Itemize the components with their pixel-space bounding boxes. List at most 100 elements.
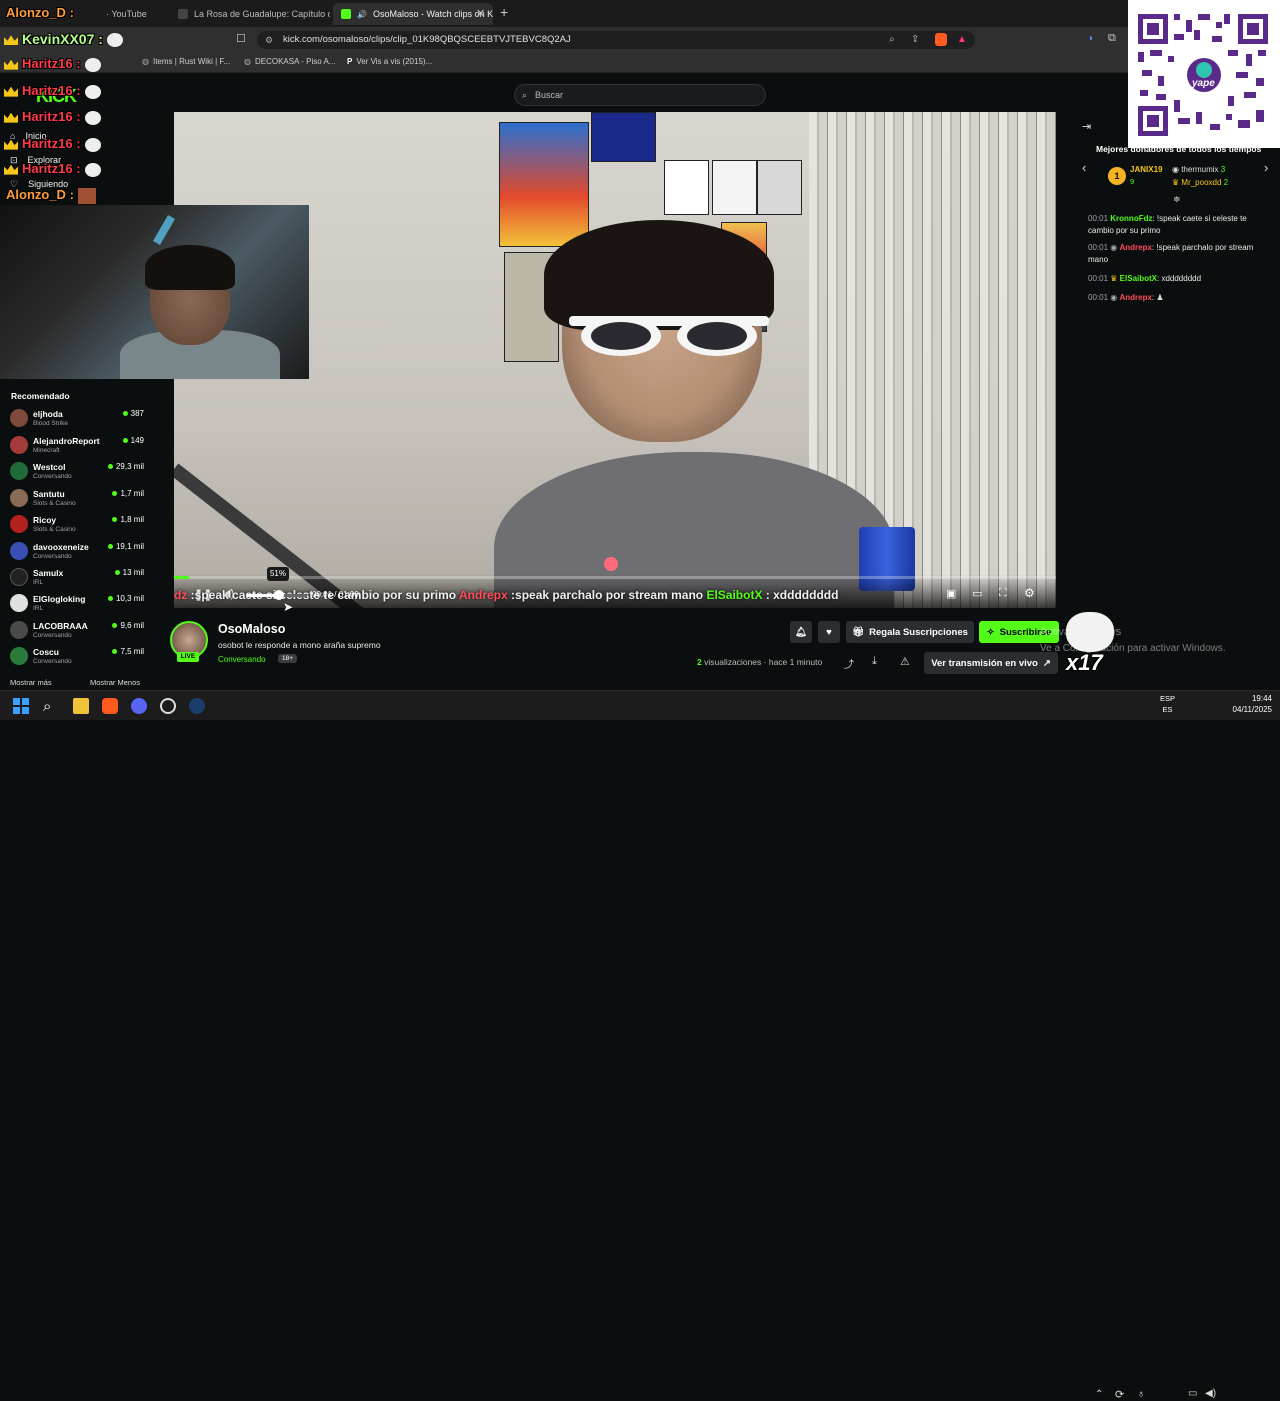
overlay-msg: KevinXX07 : xyxy=(4,31,123,48)
system-clock[interactable]: 19:44 04/11/2025 xyxy=(1222,693,1272,715)
channel-name: davooxeneize xyxy=(33,542,89,552)
recommended-channel[interactable]: Santutu Slots & Casino 1,7 mil xyxy=(10,485,144,511)
chat-message: 00:01 ◉ Andrepx: ♟ xyxy=(1088,293,1164,302)
bookmark-decokasa[interactable]: ◍ DECOKASA - Piso A... xyxy=(244,57,335,66)
recommended-channel[interactable]: eljhoda Blood Strike 387 xyxy=(10,405,144,431)
channel-category: Conversando xyxy=(33,473,72,480)
expand-icon[interactable]: ≑ xyxy=(1173,194,1181,205)
theater-icon[interactable]: ▭ xyxy=(972,587,982,600)
bookmark-icon[interactable]: ☐ xyxy=(236,32,246,45)
tab-osomaloso[interactable]: 🔊 OsoMaloso - Watch clips on Kick xyxy=(333,3,493,25)
bookmark-vis-a-vis[interactable]: P Ver Vis a vis (2015)... xyxy=(347,57,432,66)
overlay-msg: Haritz16 : xyxy=(4,109,101,125)
share-icon[interactable]: ⤴ xyxy=(844,656,854,671)
search-icon[interactable]: ⌕ xyxy=(43,698,59,715)
recommended-channel[interactable]: ElGlogloking IRL 10,3 mil xyxy=(10,590,144,616)
discord-icon[interactable] xyxy=(131,698,147,714)
settings-gear-icon[interactable]: ⚙ xyxy=(1024,586,1035,600)
globe-icon: ◍ xyxy=(142,57,149,66)
kick-favicon-icon xyxy=(341,9,351,19)
download-icon[interactable]: ⤓ xyxy=(872,655,877,668)
ticker-text: : xdddddddd xyxy=(762,588,839,602)
extensions-icon[interactable]: ⧉ xyxy=(1108,32,1116,45)
emote-icon xyxy=(84,57,101,72)
brave-rewards-icon[interactable]: ▲ xyxy=(957,31,967,49)
share-icon[interactable]: ⇪ xyxy=(911,31,919,49)
fullscreen-icon[interactable]: ⛶ xyxy=(999,587,1007,600)
site-info-icon[interactable]: ⚙ xyxy=(265,31,273,49)
collapse-chat-icon[interactable]: ⇥ xyxy=(1082,120,1091,133)
steam-icon[interactable] xyxy=(189,698,205,714)
monitor-icon[interactable]: ▭ xyxy=(1188,1388,1197,1399)
speaker-icon: 🔊 xyxy=(357,9,367,19)
channel-category: Conversando xyxy=(33,632,72,639)
donor-amount: 9 xyxy=(1130,177,1135,186)
channel-name: Coscu xyxy=(33,647,59,657)
notification-button[interactable]: 🔔︎ xyxy=(790,621,812,643)
watch-live-button[interactable]: Ver transmisión en vivo ↗ xyxy=(924,652,1058,674)
mic-icon[interactable]: ♁ xyxy=(1137,1388,1145,1400)
tab-youtube[interactable]: · YouTube xyxy=(98,3,168,25)
app-icon[interactable] xyxy=(160,698,176,714)
miniplayer-icon[interactable]: ▣ xyxy=(946,587,956,600)
crown-icon xyxy=(4,139,18,150)
channel-category: Conversando xyxy=(33,553,72,560)
file-explorer-icon[interactable] xyxy=(73,698,89,714)
viewer-count: 19,1 mil xyxy=(108,542,144,551)
combo-counter: x17 xyxy=(1066,650,1103,675)
donor-3[interactable]: ♛ Mr_pooxdd 2 xyxy=(1172,178,1228,187)
channel-category: Slots & Casino xyxy=(33,526,76,533)
crown-icon xyxy=(4,164,18,175)
show-more-link[interactable]: Mostrar más xyxy=(10,678,52,687)
windows-start-icon[interactable] xyxy=(13,698,29,714)
donor-amount: 2 xyxy=(1223,178,1229,187)
gift-icon: 🎁︎ xyxy=(852,626,865,638)
channel-name[interactable]: OsoMaloso xyxy=(218,622,285,636)
language-indicator[interactable]: ESP ES xyxy=(1160,693,1175,715)
audio-icon[interactable]: ◗ xyxy=(1088,33,1094,44)
chevron-left-icon[interactable]: ‹ xyxy=(1082,160,1086,175)
url-field[interactable]: ⚙ kick.com/osomaloso/clips/clip_01K98QBQ… xyxy=(257,31,975,49)
recommended-channel[interactable]: Coscu Conversando 7,5 mil xyxy=(10,643,144,669)
recommended-channel[interactable]: davooxeneize Conversando 19,1 mil xyxy=(10,538,144,564)
donor-2[interactable]: ◉ thermumix 3 xyxy=(1172,165,1225,174)
recommended-channel[interactable]: Westcol Conversando 29,3 mil xyxy=(10,458,144,484)
progress-bar[interactable] xyxy=(174,576,1056,579)
recommended-channel[interactable]: Ricoy Slots & Casino 1,8 mil xyxy=(10,511,144,537)
report-icon[interactable]: ⚠ xyxy=(900,655,910,668)
avatar xyxy=(10,647,28,665)
show-less-link[interactable]: Mostrar Menos xyxy=(90,678,140,687)
new-tab-icon[interactable]: + xyxy=(500,4,508,20)
crown-icon xyxy=(4,86,18,97)
avatar xyxy=(10,568,28,586)
crown-icon: ♛ xyxy=(1172,178,1182,187)
live-badge: LIVE xyxy=(177,652,199,662)
avatar xyxy=(10,409,28,427)
follow-button[interactable]: ♥ xyxy=(818,621,840,643)
stream-category[interactable]: Conversando xyxy=(218,655,266,664)
brave-browser-icon[interactable] xyxy=(102,698,118,714)
crown-icon: ♛ xyxy=(1110,274,1120,283)
bookmark-rust-wiki[interactable]: ◍ Items | Rust Wiki | F... xyxy=(142,57,230,66)
brave-shield-icon[interactable] xyxy=(935,33,947,46)
chevron-right-icon[interactable]: › xyxy=(1264,160,1268,175)
viewer-count: 29,3 mil xyxy=(108,462,144,471)
chat-message: 00:01 ♛ ElSaibotX: xdddddddd xyxy=(1088,274,1202,283)
recommended-channel[interactable]: LACOBRAAA Conversando 9,6 mil xyxy=(10,617,144,643)
gift-subs-button[interactable]: 🎁︎ Regala Suscripciones xyxy=(846,621,974,643)
recommended-channel[interactable]: Samulx IRL 13 mil xyxy=(10,564,144,590)
clip-title: osobot le responde a mono araña supremo xyxy=(218,640,381,650)
recommended-channel[interactable]: AlejandroReport Minecraft 149 xyxy=(10,432,144,458)
sync-icon[interactable]: ⟳ xyxy=(1115,1388,1124,1401)
yape-logo: yape xyxy=(1192,78,1215,89)
tray-chevron-icon[interactable]: ⌃ xyxy=(1095,1389,1103,1400)
search-input[interactable]: ⌕ Buscar xyxy=(514,84,766,106)
zoom-icon[interactable]: ⌕ xyxy=(889,31,895,49)
volume-knob[interactable] xyxy=(274,590,284,600)
tab-rosa-guadalupe[interactable]: La Rosa de Guadalupe: Capítulo com... xyxy=(170,3,330,25)
donor-amount: 3 xyxy=(1220,165,1226,174)
close-tab-icon[interactable]: ✕ xyxy=(476,7,485,20)
speaker-icon[interactable]: ◀) xyxy=(1205,1388,1216,1399)
ticker-user: ElSaibotX xyxy=(706,588,763,602)
donor-name[interactable]: JANIX19 xyxy=(1130,165,1162,174)
